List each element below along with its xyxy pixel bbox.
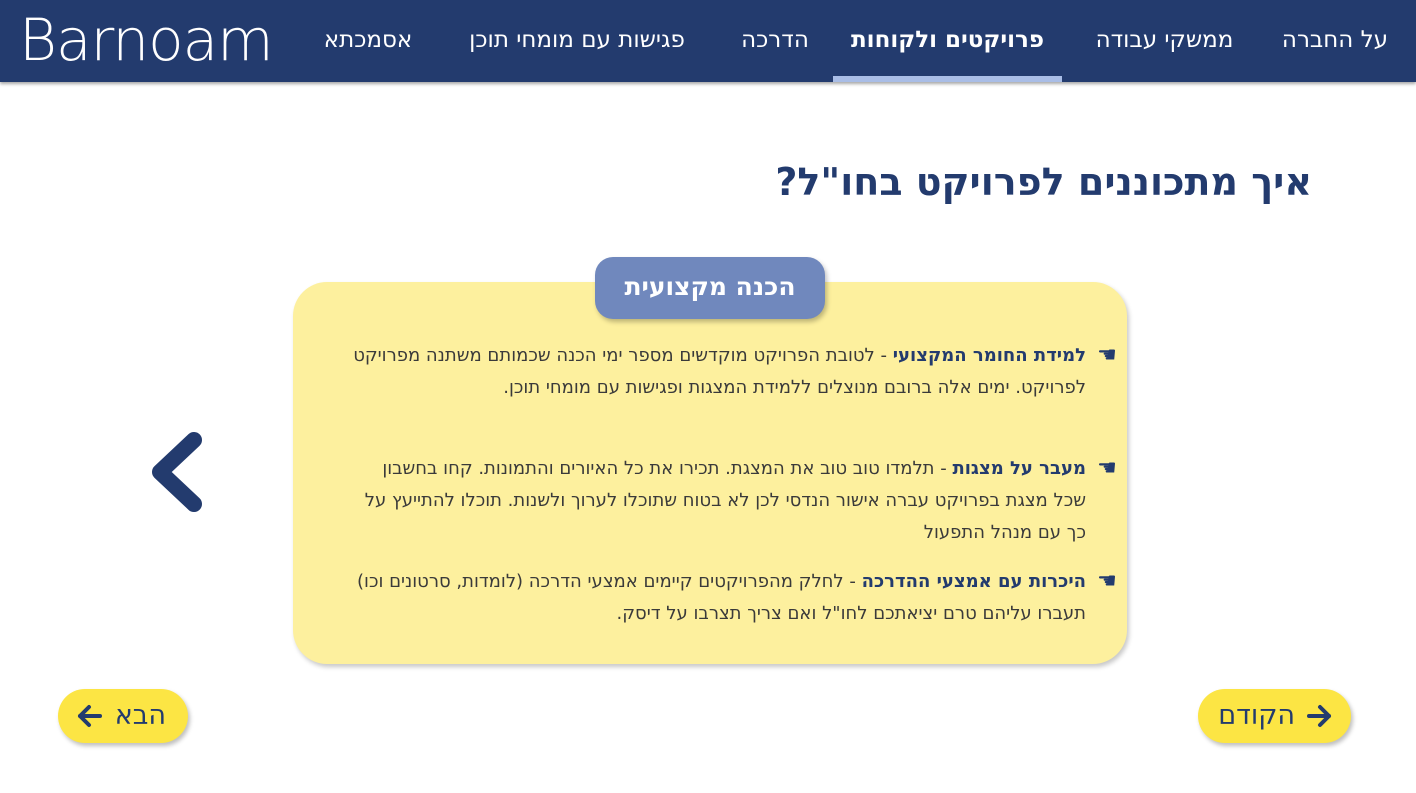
list-item: ☚ היכרות עם אמצעי ההדרכה - לחלק מהפרויקט… — [346, 566, 1117, 630]
list-item: ☚ מעבר על מצגות - תלמדו טוב טוב את המצגת… — [346, 453, 1117, 549]
nav-item-about[interactable]: על החברה — [1280, 0, 1390, 82]
nav-item-work-interfaces[interactable]: ממשקי עבודה — [1092, 0, 1237, 82]
active-nav-indicator — [833, 76, 1062, 82]
arrow-left-icon — [78, 705, 102, 727]
top-navigation-bar: Barnoam על החברה ממשקי עבודה פרויקטים ול… — [0, 0, 1416, 82]
chevron-left-icon[interactable] — [146, 432, 206, 512]
arrow-right-icon — [1307, 705, 1331, 727]
nav-item-reference[interactable]: אסמכתא — [320, 0, 416, 82]
nav-item-projects-clients[interactable]: פרויקטים ולקוחות — [833, 0, 1062, 82]
list-item: ☚ למידת החומר המקצועי - לטובת הפרויקט מו… — [346, 340, 1117, 404]
hand-pointing-icon: ☚ — [1097, 456, 1117, 481]
next-button-label: הבא — [114, 700, 166, 731]
list-item-heading: למידת החומר המקצועי — [892, 345, 1086, 366]
nav-item-expert-meetings[interactable]: פגישות עם מומחי תוכן — [466, 0, 688, 82]
hand-pointing-icon: ☚ — [1097, 569, 1117, 594]
hand-pointing-icon: ☚ — [1097, 343, 1117, 368]
next-button[interactable]: הבא — [58, 689, 188, 743]
page-title: איך מתכוננים לפרויקט בחו"ל? — [775, 160, 1312, 204]
previous-button[interactable]: הקודם — [1198, 689, 1351, 743]
barnoam-logo[interactable]: Barnoam — [19, 10, 274, 70]
card-tab-label: הכנה מקצועית — [595, 257, 825, 319]
logo-text: Barnoam — [19, 6, 274, 74]
nav-item-training[interactable]: הדרכה — [737, 0, 813, 82]
list-item-heading: מעבר על מצגות — [952, 458, 1086, 479]
list-item-heading: היכרות עם אמצעי ההדרכה — [861, 571, 1086, 592]
previous-button-label: הקודם — [1218, 700, 1295, 731]
